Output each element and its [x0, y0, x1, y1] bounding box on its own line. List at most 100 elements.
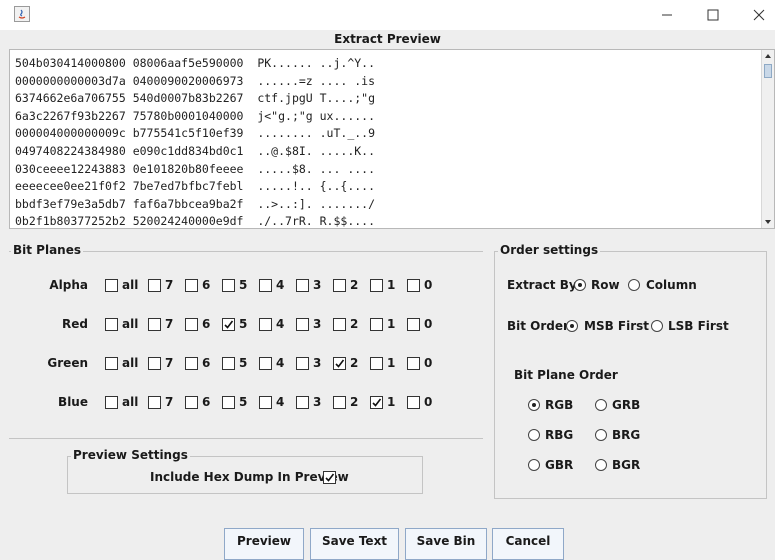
scroll-thumb[interactable] — [764, 64, 772, 78]
close-button[interactable] — [736, 0, 775, 30]
bit-plane-checkbox-green-all[interactable] — [105, 357, 118, 370]
bit-plane-checkbox-blue-4[interactable] — [259, 396, 272, 409]
bit-plane-checkbox-green-1[interactable] — [370, 357, 383, 370]
bit-plane-checkbox-blue-all[interactable] — [105, 396, 118, 409]
bit-plane-column-label: 2 — [350, 395, 359, 409]
bit-plane-checkbox-blue-0[interactable] — [407, 396, 420, 409]
cancel-button[interactable]: Cancel — [492, 528, 564, 560]
bit-plane-column-label: 3 — [313, 356, 322, 370]
bit-plane-row-label: Blue — [58, 395, 88, 409]
bit-plane-checkbox-alpha-3[interactable] — [296, 279, 309, 292]
order-grb-radio[interactable] — [595, 399, 607, 411]
include-hex-dump-checkbox[interactable] — [323, 471, 336, 484]
hex-line: 0497408224384980 e090c1dd834bd0c1 ..@.$8… — [15, 143, 376, 158]
title-bar — [0, 0, 775, 30]
bit-plane-column-label: 6 — [202, 395, 211, 409]
bit-plane-checkbox-alpha-6[interactable] — [185, 279, 198, 292]
order-rbg-radio[interactable] — [528, 429, 540, 441]
bit-plane-row-label: Green — [47, 356, 88, 370]
bit-order-msb-radio[interactable] — [566, 320, 578, 332]
bit-order-lsb-radio[interactable] — [651, 320, 663, 332]
bit-plane-column-label: 7 — [165, 356, 174, 370]
bit-plane-column-label: 2 — [350, 317, 359, 331]
hex-line: 000004000000009c b775541c5f10ef39 ......… — [15, 126, 376, 141]
bit-plane-checkbox-blue-7[interactable] — [148, 396, 161, 409]
order-gbr-label: GBR — [545, 458, 574, 472]
bit-planes-title: Bit Planes — [11, 243, 84, 257]
bit-plane-checkbox-green-5[interactable] — [222, 357, 235, 370]
bit-plane-checkbox-alpha-all[interactable] — [105, 279, 118, 292]
order-gbr-radio[interactable] — [528, 459, 540, 471]
order-rbg-label: RBG — [545, 428, 574, 442]
maximize-button[interactable] — [690, 0, 736, 30]
vertical-scrollbar[interactable] — [761, 50, 774, 228]
bit-plane-checkbox-red-7[interactable] — [148, 318, 161, 331]
extract-by-row-radio[interactable] — [574, 279, 586, 291]
save-text-button[interactable]: Save Text — [310, 528, 399, 560]
bit-order-msb-label: MSB First — [584, 319, 650, 333]
bit-plane-column-label: 6 — [202, 317, 211, 331]
bit-planes-bottom-border — [9, 438, 483, 439]
bit-plane-checkbox-alpha-0[interactable] — [407, 279, 420, 292]
bit-plane-checkbox-alpha-2[interactable] — [333, 279, 346, 292]
hex-line: 6a3c2267f93b2267 75780b0001040000 j<"g.;… — [15, 108, 376, 123]
preview-button[interactable]: Preview — [224, 528, 304, 560]
bit-plane-column-label: 6 — [202, 278, 211, 292]
bit-plane-column-label: 2 — [350, 356, 359, 370]
hex-line: 0000000000003d7a 0400090020006973 ......… — [15, 73, 376, 88]
bit-plane-checkbox-alpha-7[interactable] — [148, 279, 161, 292]
bit-plane-checkbox-blue-2[interactable] — [333, 396, 346, 409]
bit-plane-checkbox-green-7[interactable] — [148, 357, 161, 370]
bit-plane-column-label: 4 — [276, 395, 285, 409]
bit-plane-column-label: 0 — [424, 278, 433, 292]
bit-plane-checkbox-alpha-4[interactable] — [259, 279, 272, 292]
bit-plane-column-label: 5 — [239, 278, 248, 292]
hex-preview-area[interactable]: 504b030414000800 08006aaf5e590000 PK....… — [9, 49, 775, 229]
bit-plane-checkbox-blue-3[interactable] — [296, 396, 309, 409]
bit-plane-checkbox-green-4[interactable] — [259, 357, 272, 370]
order-brg-radio[interactable] — [595, 429, 607, 441]
bit-plane-column-label: all — [122, 278, 139, 292]
order-rgb-radio[interactable] — [528, 399, 540, 411]
bit-plane-checkbox-red-4[interactable] — [259, 318, 272, 331]
extract-preview-title: Extract Preview — [334, 32, 441, 46]
bit-plane-checkbox-blue-6[interactable] — [185, 396, 198, 409]
scroll-down-icon[interactable] — [762, 216, 774, 228]
bit-plane-checkbox-red-1[interactable] — [370, 318, 383, 331]
bit-plane-checkbox-red-2[interactable] — [333, 318, 346, 331]
scroll-up-icon[interactable] — [762, 50, 774, 62]
bit-plane-checkbox-blue-1[interactable] — [370, 396, 383, 409]
bit-plane-checkbox-green-6[interactable] — [185, 357, 198, 370]
bit-plane-column-label: 2 — [350, 278, 359, 292]
extract-by-column-radio[interactable] — [628, 279, 640, 291]
bit-plane-checkbox-red-5[interactable] — [222, 318, 235, 331]
bit-plane-row-label: Red — [62, 317, 88, 331]
bit-plane-column-label: 0 — [424, 356, 433, 370]
order-brg-label: BRG — [612, 428, 641, 442]
close-icon — [753, 9, 765, 21]
hex-line: 6374662e6a706755 540d0007b83b2267 ctf.jp… — [15, 91, 376, 106]
bit-plane-checkbox-red-6[interactable] — [185, 318, 198, 331]
bit-plane-checkbox-red-all[interactable] — [105, 318, 118, 331]
maximize-icon — [707, 9, 719, 21]
minimize-button[interactable] — [644, 0, 690, 30]
bit-plane-column-label: 1 — [387, 317, 396, 331]
bit-plane-checkbox-red-3[interactable] — [296, 318, 309, 331]
bit-plane-checkbox-green-2[interactable] — [333, 357, 346, 370]
bit-plane-column-label: 7 — [165, 395, 174, 409]
bit-plane-checkbox-alpha-1[interactable] — [370, 279, 383, 292]
hex-line: eeeecee0ee21f0f2 7be7ed7bfbc7febl .....!… — [15, 179, 376, 194]
bit-plane-column-label: 5 — [239, 356, 248, 370]
order-rgb-label: RGB — [545, 398, 574, 412]
bit-plane-checkbox-red-0[interactable] — [407, 318, 420, 331]
bit-plane-checkbox-green-0[interactable] — [407, 357, 420, 370]
extract-by-label: Extract By — [507, 278, 577, 292]
order-bgr-radio[interactable] — [595, 459, 607, 471]
bit-plane-checkbox-alpha-5[interactable] — [222, 279, 235, 292]
java-icon — [14, 6, 30, 22]
bit-plane-checkbox-green-3[interactable] — [296, 357, 309, 370]
bit-plane-checkbox-blue-5[interactable] — [222, 396, 235, 409]
save-bin-button[interactable]: Save Bin — [405, 528, 487, 560]
hex-preview-text: 504b030414000800 08006aaf5e590000 PK....… — [15, 55, 376, 228]
include-hex-dump-label: Include Hex Dump In Preview — [150, 470, 349, 484]
